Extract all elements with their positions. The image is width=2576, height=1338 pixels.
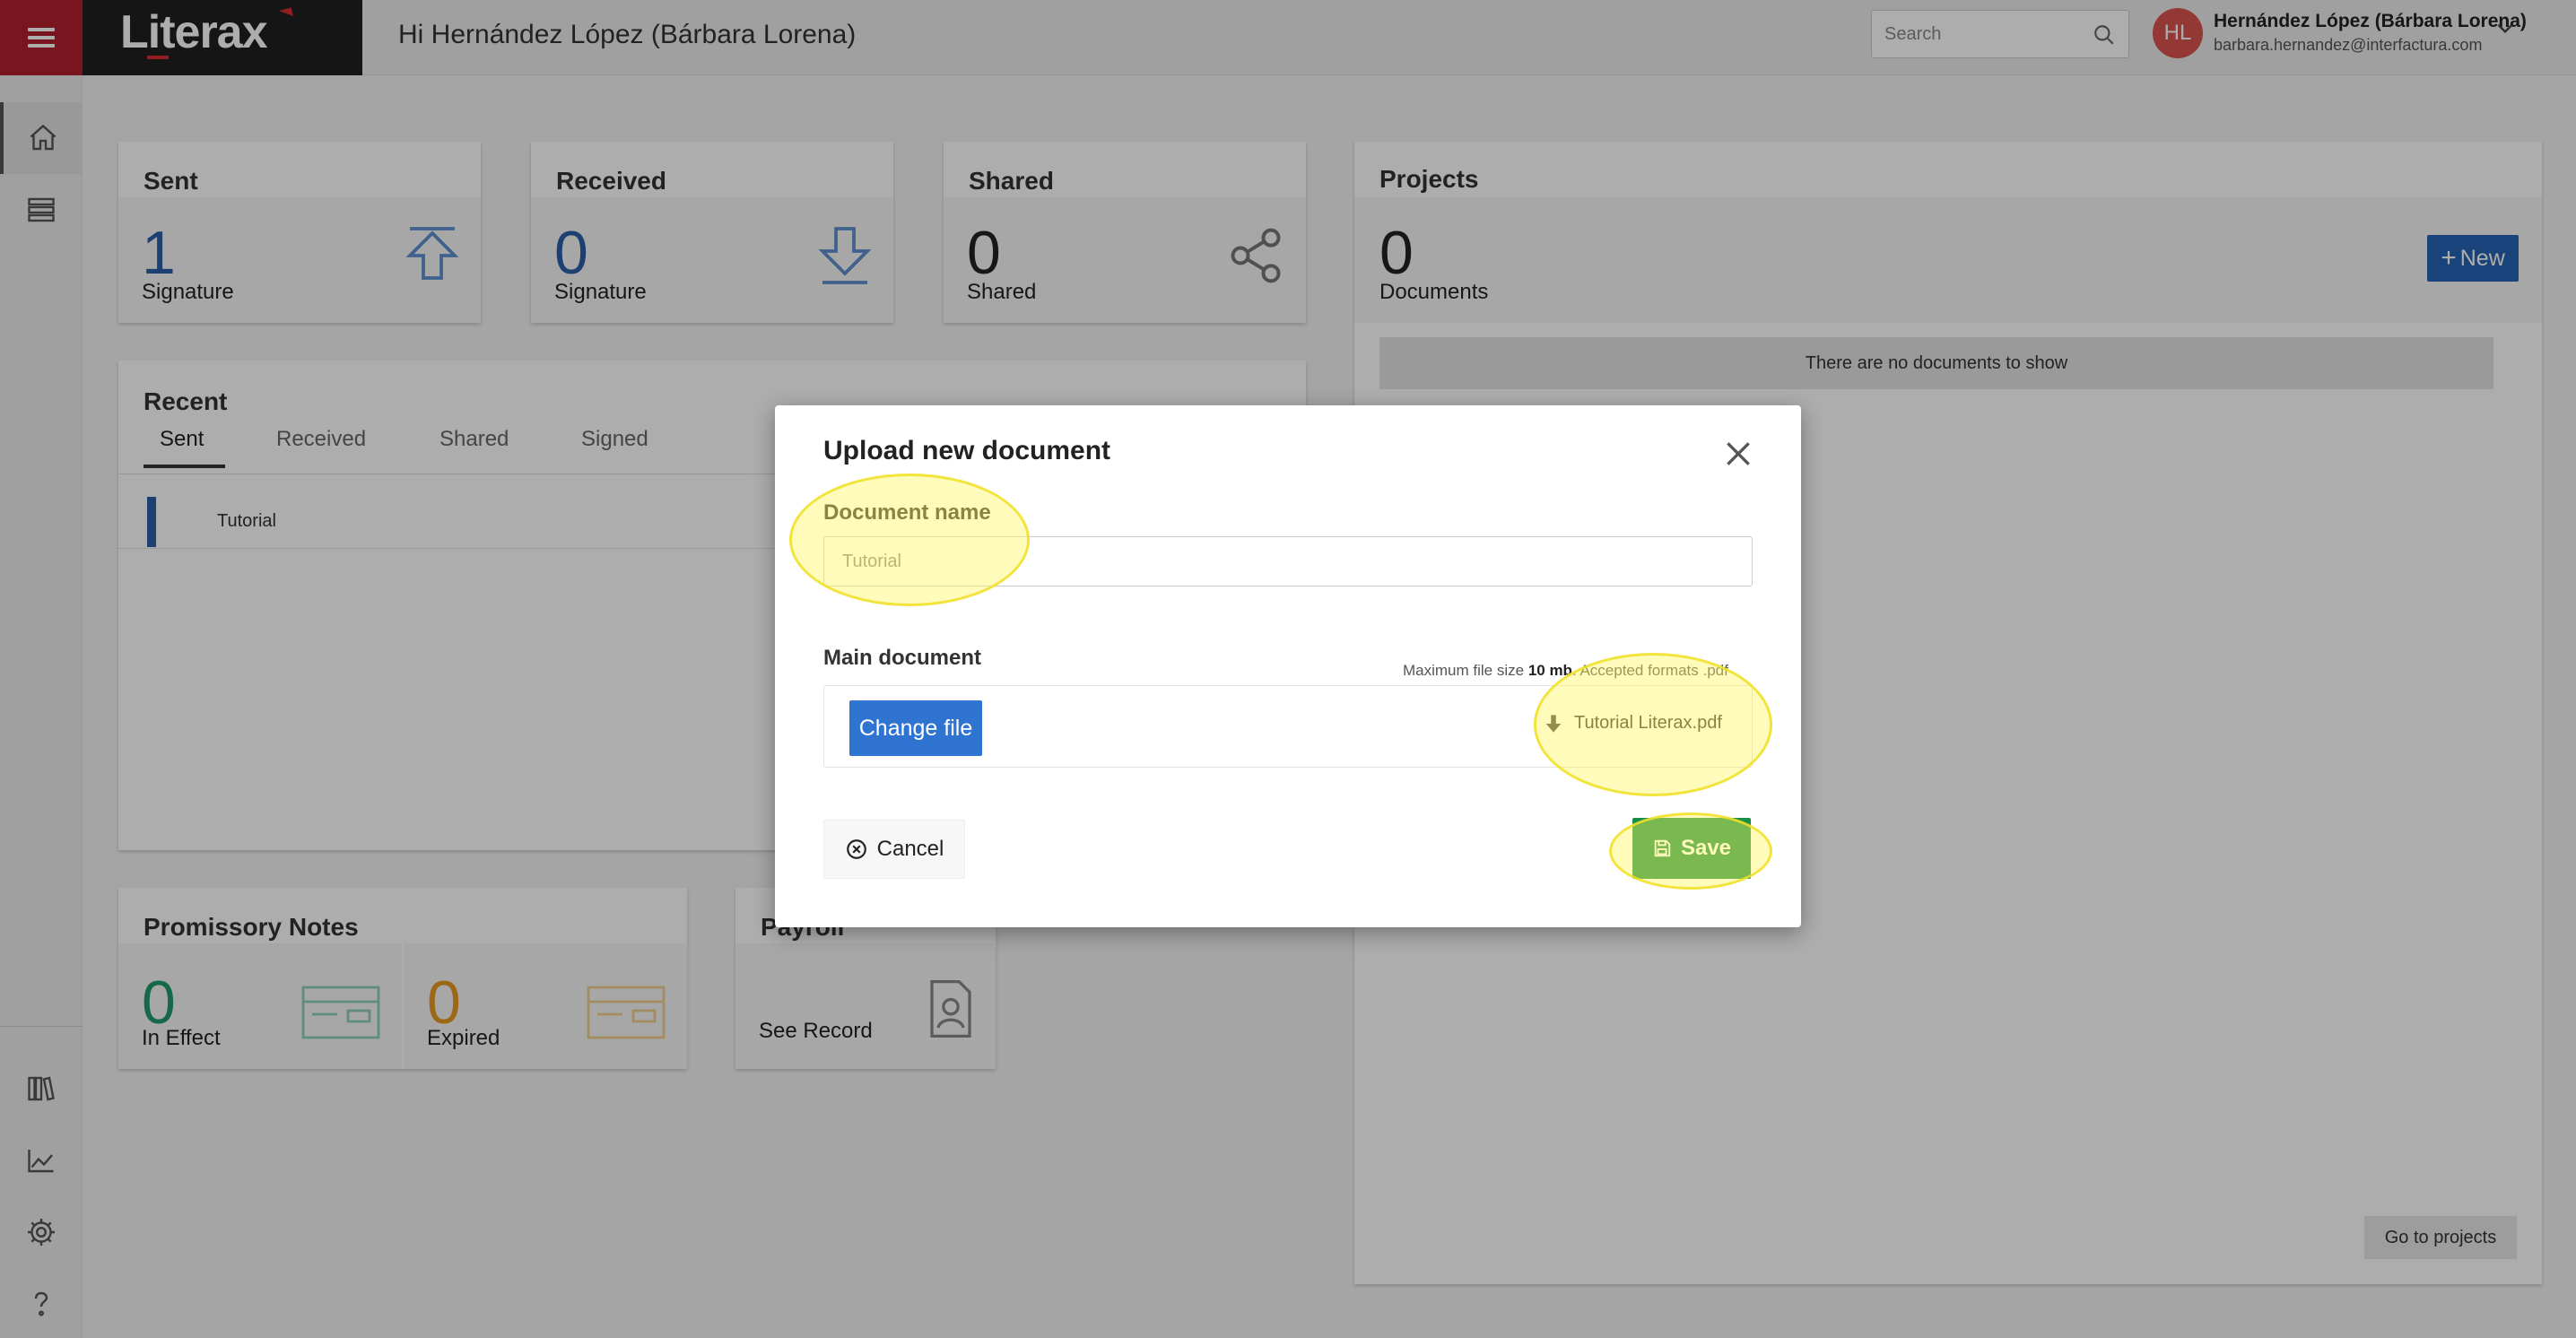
close-icon[interactable]	[1720, 436, 1756, 472]
main-document-label: Main document	[823, 646, 982, 670]
save-label: Save	[1680, 836, 1732, 860]
file-name: Tutorial Literax.pdf	[1574, 713, 1722, 733]
cancel-label: Cancel	[876, 837, 944, 861]
uploaded-file-link[interactable]: Tutorial Literax.pdf	[1545, 713, 1722, 734]
floppy-disk-icon	[1654, 839, 1671, 857]
file-upload-area: Change file Tutorial Literax.pdf	[823, 685, 1753, 768]
cancel-circle-icon	[846, 839, 866, 859]
change-file-button[interactable]: Change file	[849, 700, 982, 756]
file-size-note: Maximum file size 10 mb. Accepted format…	[1403, 662, 1728, 679]
modal-title: Upload new document	[823, 436, 1111, 465]
save-button[interactable]: Save	[1632, 818, 1751, 879]
document-name-input[interactable]	[823, 536, 1753, 586]
upload-document-modal: Upload new document Document name Main d…	[775, 405, 1801, 927]
cancel-button[interactable]: Cancel	[823, 820, 965, 879]
document-name-label: Document name	[823, 500, 991, 525]
download-icon	[1545, 714, 1562, 733]
